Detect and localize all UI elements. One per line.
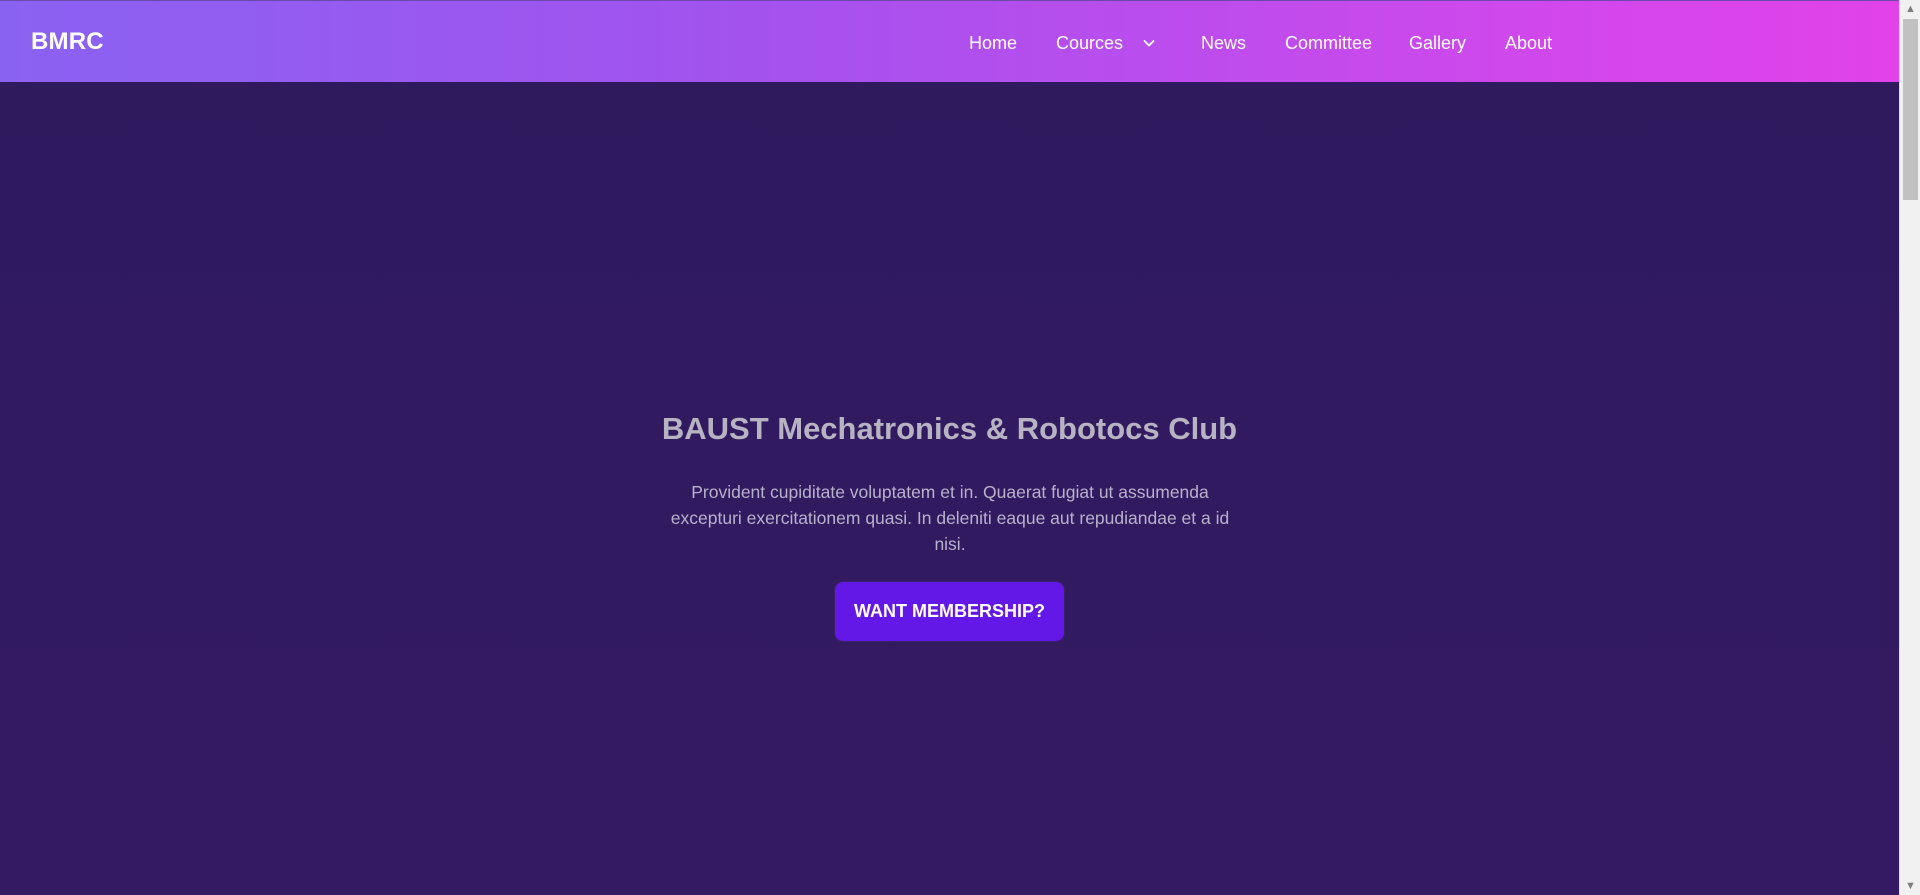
hero-description: Provident cupiditate voluptatem et in. Q… xyxy=(670,482,1230,554)
nav-home-link[interactable]: Home xyxy=(969,32,1017,54)
nav-committee-link[interactable]: Committee xyxy=(1285,32,1372,54)
nav-news-link[interactable]: News xyxy=(1201,32,1246,54)
nav-cources-label: Cources xyxy=(1056,33,1124,53)
nav-gallery-link[interactable]: Gallery xyxy=(1409,32,1466,54)
scrollbar-thumb[interactable] xyxy=(1903,19,1918,200)
page: BMRC Home Cources News Committee Gallery… xyxy=(0,0,1920,895)
hero-title: BAUST Mechatronics & Robotocs Club xyxy=(661,411,1238,446)
membership-button[interactable]: WANT MEMBERSHIP? xyxy=(835,582,1064,641)
chevron-down-icon xyxy=(1141,34,1157,50)
nav-cources-dropdown[interactable]: Cources xyxy=(1056,32,1157,54)
hero-section: BAUST Mechatronics & Robotocs Club Provi… xyxy=(0,82,1899,895)
scroll-down-arrow-icon[interactable]: ▼ xyxy=(1900,877,1920,895)
brand-logo-text[interactable]: BMRC xyxy=(31,28,104,56)
top-navigation-bar: BMRC Home Cources News Committee Gallery… xyxy=(0,0,1899,82)
vertical-scrollbar[interactable]: ▲ ▼ xyxy=(1899,0,1920,895)
scroll-up-arrow-icon[interactable]: ▲ xyxy=(1900,0,1920,18)
main-content-area: BMRC Home Cources News Committee Gallery… xyxy=(0,0,1899,895)
nav-about-link[interactable]: About xyxy=(1505,32,1552,54)
